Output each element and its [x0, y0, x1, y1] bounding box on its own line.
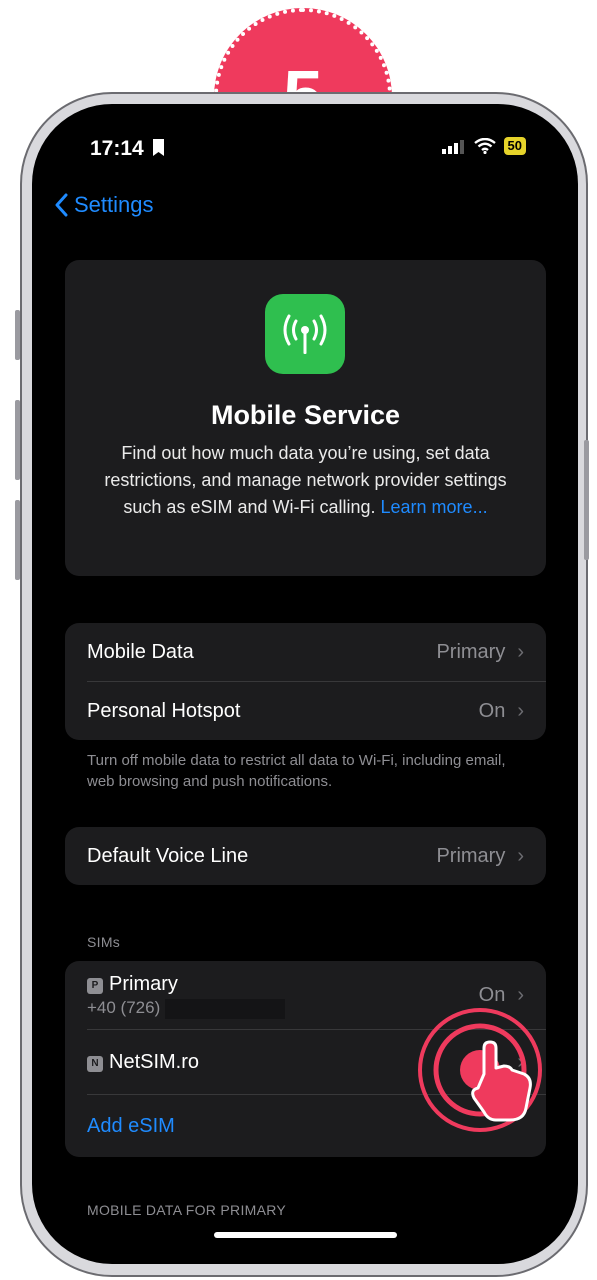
hero-description: Find out how much data you’re using, set…	[85, 440, 526, 521]
antenna-icon	[265, 294, 345, 374]
chevron-right-icon: ›	[517, 699, 524, 722]
volume-up-button	[15, 400, 20, 480]
personal-hotspot-label: Personal Hotspot	[87, 699, 241, 722]
status-icons: 50	[441, 137, 526, 155]
personal-hotspot-row[interactable]: Personal Hotspot On ›	[65, 682, 546, 740]
chevron-left-icon	[55, 193, 68, 217]
chevron-right-icon: ›	[517, 844, 524, 867]
sims-section-header: SIMs	[87, 934, 121, 950]
cellular-signal-icon	[441, 140, 464, 154]
netsim-name: NetSIM.ro	[109, 1050, 200, 1073]
back-to-settings-link[interactable]: Settings	[54, 192, 154, 218]
sim-badge-icon: P	[87, 978, 103, 994]
status-time: 17:14	[90, 137, 144, 160]
chevron-right-icon: ›	[517, 640, 524, 663]
tap-gesture-icon	[418, 1008, 542, 1132]
default-voice-line-label: Default Voice Line	[87, 844, 249, 867]
mobile-service-card: Mobile Service Find out how much data yo…	[65, 260, 546, 576]
primary-sim-name: Primary	[109, 973, 178, 995]
volume-down-button	[15, 500, 20, 580]
voice-line-group: Default Voice Line Primary ›	[65, 827, 546, 885]
learn-more-link[interactable]: Learn more...	[381, 497, 488, 517]
mobile-data-group: Mobile Data Primary › Personal Hotspot O…	[65, 623, 546, 740]
personal-hotspot-value: On	[478, 699, 506, 722]
mobile-data-row[interactable]: Mobile Data Primary ›	[65, 623, 546, 681]
battery-icon: 50	[503, 137, 526, 155]
sim-badge-icon: N	[87, 1055, 103, 1072]
default-voice-line-row[interactable]: Default Voice Line Primary ›	[65, 827, 546, 885]
mute-switch	[15, 310, 20, 360]
phone-screen: 17:14 50 Settings Mobile Service Find ou…	[32, 104, 578, 1264]
mobile-data-footnote: Turn off mobile data to restrict all dat…	[87, 752, 506, 790]
mobile-data-label: Mobile Data	[87, 640, 194, 663]
primary-sim-number: +40 (726)	[87, 998, 161, 1017]
redacted-number	[164, 998, 285, 1019]
wifi-icon	[473, 138, 496, 154]
page-title: Mobile Service	[210, 400, 401, 430]
power-button	[584, 440, 589, 560]
bookmark-icon	[153, 139, 164, 156]
home-indicator[interactable]	[214, 1232, 397, 1238]
back-label: Settings	[74, 192, 154, 217]
mobile-data-for-primary-header: MOBILE DATA FOR PRIMARY	[87, 1202, 287, 1218]
default-voice-line-value: Primary	[436, 844, 506, 867]
mobile-data-value: Primary	[436, 640, 506, 663]
